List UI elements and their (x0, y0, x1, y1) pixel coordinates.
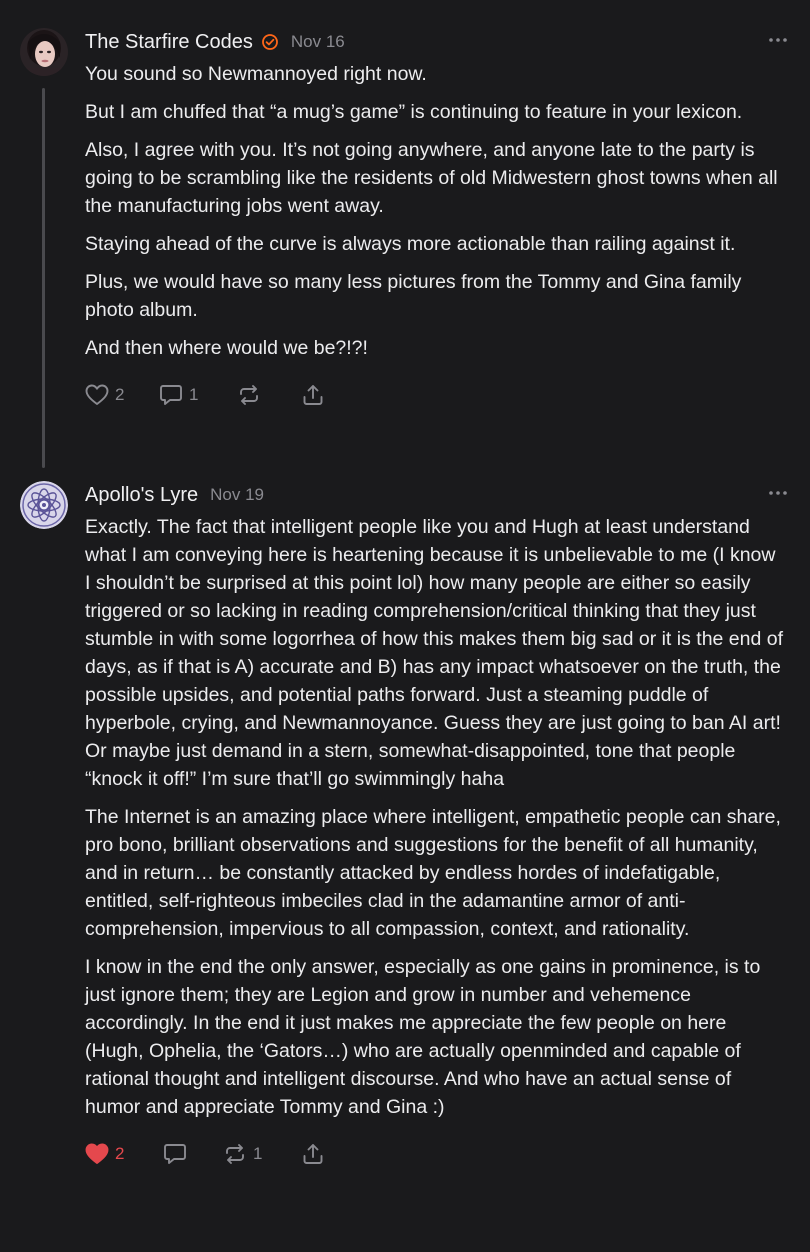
restack-icon (226, 1144, 244, 1164)
comment-body: You sound so Newmannoyed right now. But … (85, 60, 785, 362)
heart-icon (85, 384, 109, 405)
comment-paragraph: And then where would we be?!?! (85, 337, 368, 359)
comment-paragraph: You sound so Newmannoyed right now. (85, 63, 427, 85)
comment-actions: 2 1 (85, 1139, 785, 1169)
comment-actions: 2 1 (85, 380, 785, 410)
restack-count: 1 (253, 1144, 263, 1163)
more-icon[interactable] (766, 30, 790, 50)
restack-icon (240, 385, 258, 405)
share-icon (303, 1144, 323, 1164)
share-button[interactable] (301, 1142, 325, 1166)
comment-paragraph: I know in the end the only answer, espec… (85, 956, 761, 1118)
comment-content: Apollo's Lyre Nov 19 Exactly. The fact t… (85, 477, 787, 1169)
thread-line (42, 88, 45, 468)
reply-count: 1 (189, 385, 199, 404)
comment-header: Apollo's Lyre Nov 19 (85, 477, 787, 513)
like-count: 2 (115, 385, 125, 404)
comment-content: The Starfire Codes Nov 16 You sound so N… (85, 24, 787, 410)
comment-paragraph: The Internet is an amazing place where i… (85, 806, 781, 940)
comment-date[interactable]: Nov 16 (291, 32, 345, 52)
comment-paragraph: Also, I agree with you. It’s not going a… (85, 139, 778, 217)
avatar[interactable] (20, 481, 68, 529)
verified-check-icon (261, 33, 279, 51)
restack-button[interactable]: 1 (223, 1143, 301, 1165)
comment-paragraph: Exactly. The fact that intelligent peopl… (85, 516, 784, 790)
reply-button[interactable]: 1 (159, 384, 237, 406)
share-button[interactable] (301, 383, 325, 407)
like-count: 2 (115, 1144, 125, 1163)
comment-icon (160, 385, 182, 405)
avatar[interactable] (20, 28, 68, 76)
heart-filled-icon (85, 1143, 109, 1164)
author-name[interactable]: Apollo's Lyre (85, 484, 198, 507)
like-button[interactable]: 2 (85, 384, 159, 406)
comment-paragraph: Staying ahead of the curve is always mor… (85, 233, 736, 255)
comment-date[interactable]: Nov 19 (210, 485, 264, 505)
comment-header: The Starfire Codes Nov 16 (85, 24, 787, 60)
comment-icon (164, 1144, 186, 1164)
comment-body: Exactly. The fact that intelligent peopl… (85, 513, 785, 1121)
like-button[interactable]: 2 (85, 1143, 163, 1165)
more-icon[interactable] (766, 483, 790, 503)
reply-button[interactable] (163, 1143, 223, 1165)
share-icon (303, 385, 323, 405)
restack-button[interactable] (237, 384, 301, 406)
comment-thread: The Starfire Codes Nov 16 You sound so N… (0, 0, 810, 1252)
comment-paragraph: But I am chuffed that “a mug’s game” is … (85, 101, 743, 123)
comment-paragraph: Plus, we would have so many less picture… (85, 271, 742, 321)
author-name[interactable]: The Starfire Codes (85, 31, 253, 54)
